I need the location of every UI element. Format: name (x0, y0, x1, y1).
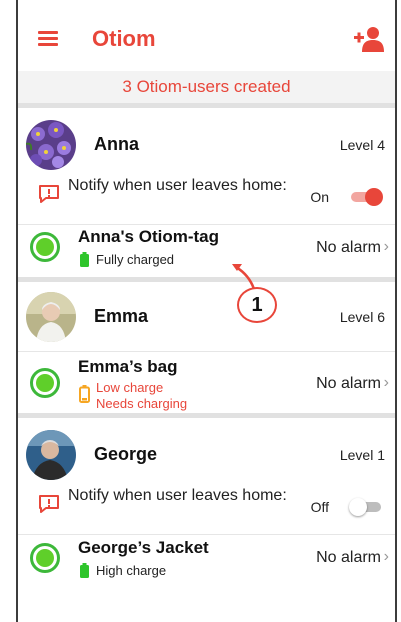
tag-name: George’s Jacket (78, 538, 209, 557)
alarm-status: No alarm (316, 375, 381, 392)
avatar (26, 292, 76, 342)
chevron-right-icon: › (383, 374, 389, 391)
tag-name: Anna's Otiom-tag (78, 227, 219, 246)
app-header: Otiom (18, 0, 395, 68)
user-level: Level 6 (339, 309, 385, 325)
tag-charge-status: High charge (96, 563, 167, 578)
tag-row-emma[interactable]: Emma’s bag Low charge Needs charging No … (18, 352, 395, 414)
notify-toggle[interactable] (349, 188, 383, 206)
tag-status-indicator (30, 368, 60, 398)
chevron-right-icon: › (383, 548, 389, 565)
user-name: Emma (94, 306, 149, 326)
alert-message-icon (39, 495, 59, 513)
user-name: Anna (94, 134, 139, 154)
tag-name: Emma’s bag (78, 357, 178, 376)
user-row-emma[interactable]: Emma Level 6 (18, 290, 395, 344)
avatar (26, 430, 76, 480)
callout-arrow-icon (232, 264, 256, 291)
chevron-right-icon: › (383, 238, 389, 255)
notify-label: Notify when user leaves home: (68, 177, 287, 194)
alarm-status: No alarm (316, 239, 381, 256)
notify-label: Notify when user leaves home: (68, 487, 287, 504)
callout-marker: 1 (237, 287, 277, 323)
notify-state-text: Off (310, 499, 329, 515)
tag-status-indicator (30, 543, 60, 573)
notify-toggle[interactable] (349, 498, 383, 516)
app-title: Otiom (92, 26, 156, 51)
notify-setting-george: Notify when user leaves home: Off (18, 484, 395, 535)
add-user-icon[interactable] (353, 26, 385, 52)
tag-row-anna[interactable]: Anna's Otiom-tag Fully charged No alarm … (18, 220, 395, 280)
section-divider (18, 277, 395, 282)
users-created-banner: 3 Otiom-users created (18, 71, 395, 108)
avatar (26, 120, 76, 170)
hamburger-menu-icon[interactable] (38, 31, 58, 46)
user-level: Level 4 (339, 137, 385, 153)
user-name: George (94, 444, 158, 464)
user-level: Level 1 (339, 447, 385, 463)
tag-row-george[interactable]: George’s Jacket High charge No alarm › (18, 532, 395, 592)
user-row-george[interactable]: George Level 1 (18, 428, 395, 482)
tag-charge-status: Fully charged (96, 252, 175, 267)
user-row-anna[interactable]: Anna Level 4 (18, 118, 395, 172)
battery-full-icon (80, 252, 89, 267)
alarm-status: No alarm (316, 549, 381, 566)
battery-high-icon (80, 563, 89, 578)
tag-charge-warning: Needs charging (96, 396, 188, 411)
battery-low-icon (79, 385, 90, 403)
notify-setting-anna: Notify when user leaves home: On (18, 174, 395, 225)
tag-charge-status: Low charge (96, 380, 164, 395)
section-divider (18, 413, 395, 418)
tag-status-indicator (30, 232, 60, 262)
phone-frame: Otiom 3 Otiom-users created Anna Level 4 (16, 0, 397, 622)
alert-message-icon (39, 185, 59, 203)
notify-state-text: On (310, 189, 329, 205)
